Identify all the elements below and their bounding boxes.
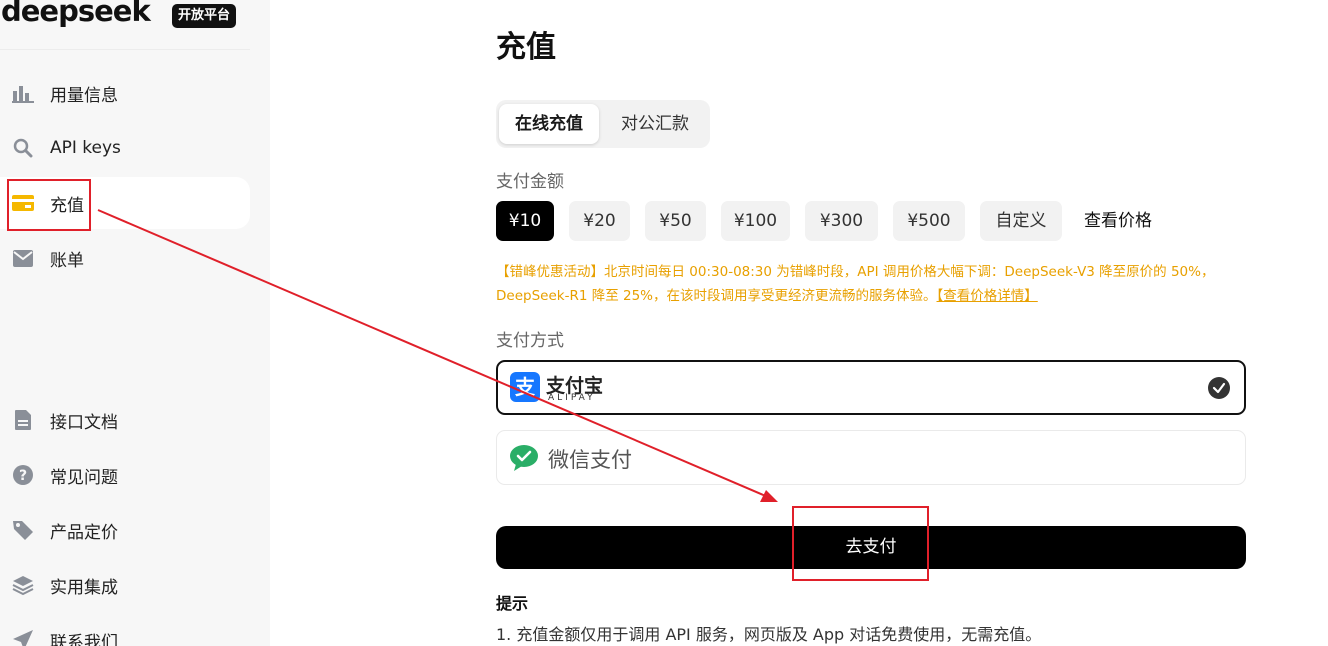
tab-online-recharge[interactable]: 在线充值: [499, 104, 599, 144]
send-icon: [12, 629, 34, 646]
sidebar-item-label: 账单: [50, 250, 84, 271]
search-key-icon: [12, 137, 34, 159]
sidebar-item-docs[interactable]: 接口文档: [0, 394, 250, 446]
sidebar-item-usage[interactable]: 用量信息: [0, 67, 250, 119]
sidebar-item-api-keys[interactable]: API keys: [0, 122, 250, 174]
deepseek-logo[interactable]: deepseek: [1, 0, 151, 28]
sidebar: deepseek 开放平台 用量信息 API keys 充值 账单 接口文档 ?…: [0, 0, 270, 646]
sidebar-item-label: 产品定价: [50, 522, 118, 543]
recharge-tabs: 在线充值 对公汇款: [496, 100, 710, 148]
amount-option-10[interactable]: ¥10: [496, 201, 554, 241]
sidebar-item-label: 接口文档: [50, 412, 118, 433]
wechat-pay-label: 微信支付: [548, 448, 632, 472]
check-icon: [1208, 377, 1230, 399]
amount-option-custom[interactable]: 自定义: [980, 201, 1062, 241]
amount-option-50[interactable]: ¥50: [645, 201, 706, 241]
tag-icon: [12, 519, 34, 541]
page-title: 充值: [496, 30, 556, 65]
sidebar-item-pricing[interactable]: 产品定价: [0, 504, 250, 556]
wechat-icon: [509, 443, 539, 473]
tip-item: 1. 充值金额仅用于调用 API 服务，网页版及 App 对话免费使用，无需充值…: [496, 625, 1042, 644]
sidebar-item-label: 联系我们: [50, 632, 118, 646]
annotation-box-recharge: [7, 179, 91, 231]
sidebar-item-faq[interactable]: ? 常见问题: [0, 449, 250, 501]
tab-bank-transfer[interactable]: 对公汇款: [605, 104, 705, 144]
amount-option-100[interactable]: ¥100: [721, 201, 790, 241]
svg-text:?: ?: [19, 468, 27, 484]
amount-option-300[interactable]: ¥300: [805, 201, 878, 241]
promo-notice: 【错峰优惠活动】北京时间每日 00:30-08:30 为错峰时段，API 调用价…: [496, 260, 1256, 308]
question-icon: ?: [12, 464, 34, 486]
sidebar-item-label: 常见问题: [50, 467, 118, 488]
amount-label: 支付金额: [496, 172, 564, 192]
sidebar-item-bills[interactable]: 账单: [0, 232, 250, 284]
brand-header: deepseek 开放平台: [0, 0, 250, 50]
view-price-link[interactable]: 查看价格: [1084, 201, 1152, 241]
bill-icon: [12, 247, 34, 269]
sidebar-item-integrations[interactable]: 实用集成: [0, 559, 250, 611]
promo-text: 【错峰优惠活动】北京时间每日 00:30-08:30 为错峰时段，API 调用价…: [496, 264, 1215, 304]
amount-option-500[interactable]: ¥500: [893, 201, 965, 241]
annotation-box-pay: [792, 506, 929, 581]
layers-icon: [12, 574, 34, 596]
alipay-option[interactable]: 支 支付宝 ALIPAY: [496, 360, 1246, 415]
sidebar-item-label: 实用集成: [50, 577, 118, 598]
bar-chart-icon: [12, 82, 34, 104]
tips-title: 提示: [496, 594, 529, 613]
doc-icon: [12, 409, 34, 431]
payment-method-label: 支付方式: [496, 331, 564, 351]
alipay-icon: 支: [510, 372, 540, 402]
platform-badge: 开放平台: [172, 4, 237, 28]
wechat-pay-option[interactable]: 微信支付: [496, 430, 1246, 485]
sidebar-item-label: API keys: [50, 138, 121, 158]
sidebar-item-contact[interactable]: 联系我们: [0, 614, 250, 646]
alipay-sublabel: ALIPAY: [548, 393, 596, 403]
amount-option-20[interactable]: ¥20: [569, 201, 630, 241]
sidebar-item-label: 用量信息: [50, 85, 118, 106]
promo-details-link[interactable]: 【查看价格详情】: [937, 288, 1038, 304]
